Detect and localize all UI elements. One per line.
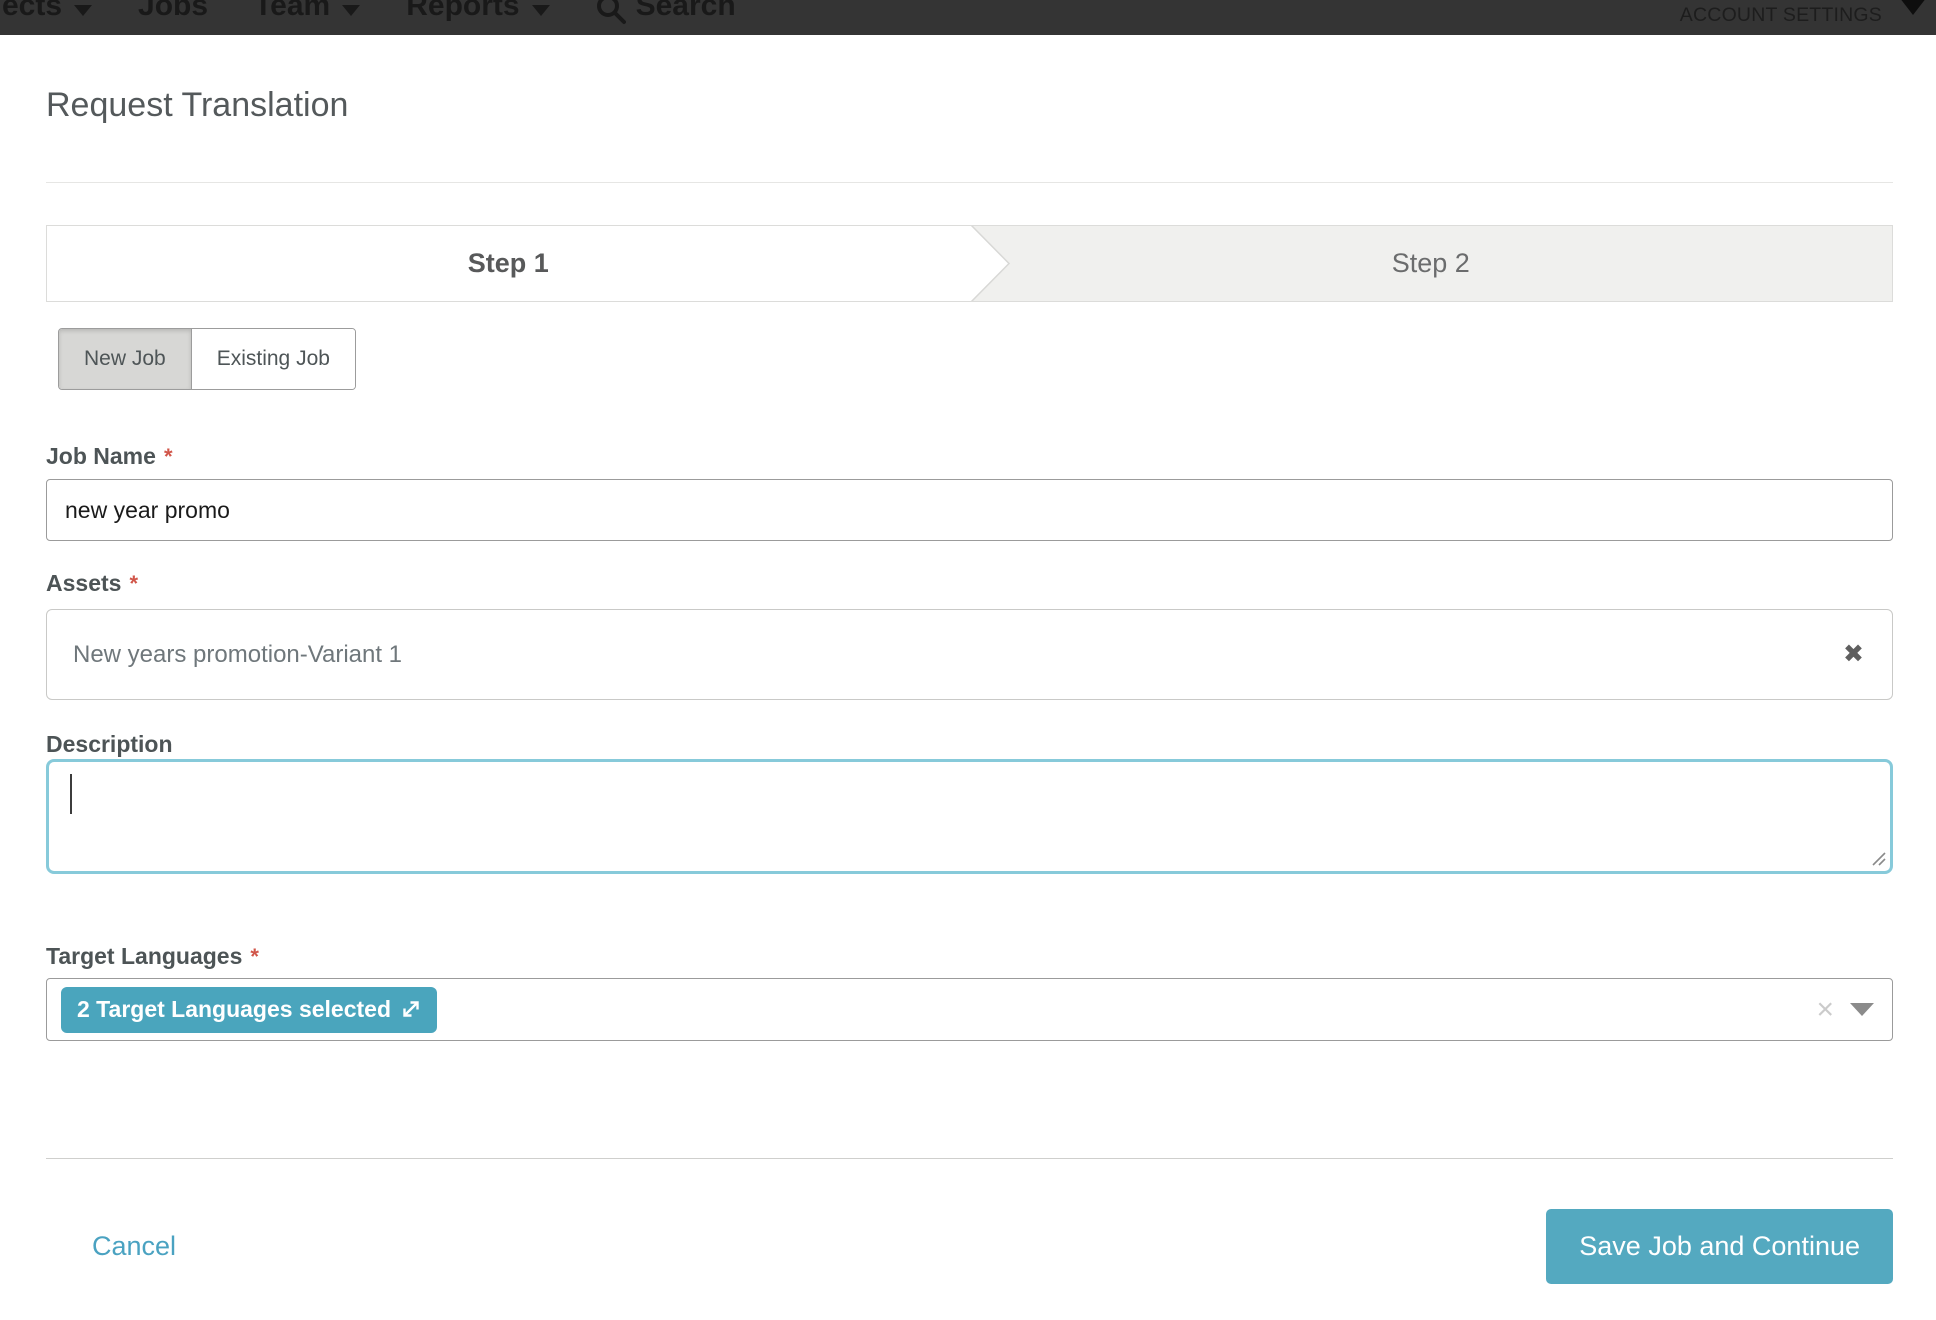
description-textarea[interactable] xyxy=(46,759,1893,874)
dropdown-caret-icon[interactable] xyxy=(1850,1003,1874,1016)
cancel-link[interactable]: Cancel xyxy=(92,1231,176,1262)
chevron-down-icon xyxy=(342,5,360,16)
target-languages-badge-label: 2 Target Languages selected xyxy=(77,996,391,1023)
job-type-toggle: New Job Existing Job xyxy=(58,328,356,390)
footer-actions: Cancel Save Job and Continue xyxy=(46,1209,1893,1284)
tab-step-1[interactable]: Step 1 xyxy=(47,226,970,301)
top-nav: ects Jobs Team Reports Search ACCOUNT SE… xyxy=(0,0,1936,35)
search-icon xyxy=(596,0,626,26)
expand-icon xyxy=(401,999,421,1019)
target-languages-select[interactable]: 2 Target Languages selected × xyxy=(46,978,1893,1041)
job-name-input[interactable] xyxy=(46,479,1893,541)
tab-step-2[interactable]: Step 2 xyxy=(970,226,1893,301)
nav-item-label: Jobs xyxy=(138,0,208,23)
remove-asset-icon[interactable]: ✖ xyxy=(1843,642,1864,667)
account-caret-icon xyxy=(1896,0,1930,15)
new-job-button[interactable]: New Job xyxy=(59,329,192,389)
nav-item-team[interactable]: Team xyxy=(254,0,360,23)
required-asterisk: * xyxy=(129,570,138,598)
job-name-label: Job Name * xyxy=(46,442,1893,471)
nav-item-reports[interactable]: Reports xyxy=(406,0,549,23)
save-job-button[interactable]: Save Job and Continue xyxy=(1546,1209,1893,1284)
nav-menu: ects Jobs Team Reports Search xyxy=(0,0,1936,26)
chevron-down-icon xyxy=(74,5,92,16)
target-languages-badge[interactable]: 2 Target Languages selected xyxy=(61,987,437,1033)
required-asterisk: * xyxy=(164,443,173,471)
request-translation-page: Request Translation Step 1 Step 2 New Jo… xyxy=(0,85,1936,1284)
nav-item-label: ects xyxy=(2,0,62,23)
step-wizard: Step 1 Step 2 xyxy=(46,225,1893,302)
account-settings-menu[interactable]: ACCOUNT SETTINGS xyxy=(1680,4,1882,27)
target-languages-label: Target Languages * xyxy=(46,942,1893,971)
text-cursor xyxy=(70,774,72,814)
chevron-down-icon xyxy=(532,5,550,16)
page-title: Request Translation xyxy=(46,85,1893,125)
existing-job-button[interactable]: Existing Job xyxy=(192,329,355,389)
step-1-label: Step 1 xyxy=(468,248,549,279)
nav-search-label: Search xyxy=(636,0,736,23)
description-field xyxy=(46,759,1893,874)
title-divider xyxy=(46,182,1893,183)
asset-item-name: New years promotion-Variant 1 xyxy=(73,641,402,669)
nav-search[interactable]: Search xyxy=(596,0,736,26)
nav-item-projects[interactable]: ects xyxy=(2,0,92,23)
step-2-label: Step 2 xyxy=(1392,248,1470,279)
assets-label: Assets * xyxy=(46,569,1893,598)
required-asterisk: * xyxy=(250,943,259,971)
nav-item-label: Reports xyxy=(406,0,519,23)
nav-item-label: Team xyxy=(254,0,330,23)
nav-item-jobs[interactable]: Jobs xyxy=(138,0,208,23)
assets-field: New years promotion-Variant 1 ✖ xyxy=(46,609,1893,700)
description-label: Description xyxy=(46,730,1893,758)
step-arrow-icon xyxy=(970,226,1011,301)
clear-icon[interactable]: × xyxy=(1816,995,1834,1025)
footer-divider xyxy=(46,1158,1893,1159)
resize-handle-icon[interactable] xyxy=(1870,850,1886,866)
